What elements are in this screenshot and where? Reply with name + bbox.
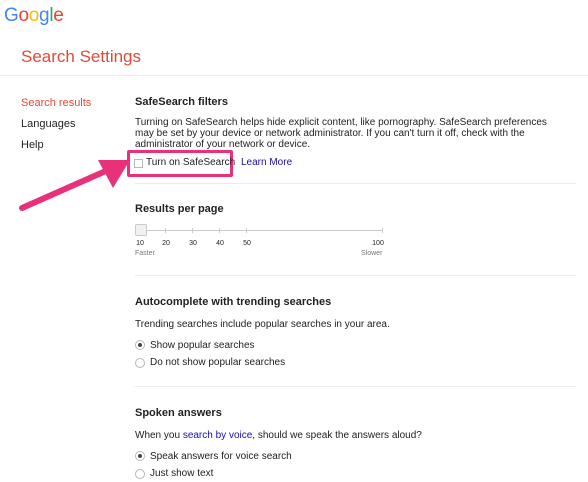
header-divider xyxy=(0,75,588,76)
page-title: Search Settings xyxy=(21,47,142,66)
radio-show-popular[interactable] xyxy=(135,340,145,350)
slider-tick xyxy=(192,228,193,233)
slider-tick xyxy=(165,228,166,233)
slider-faster-label: Faster xyxy=(135,250,155,257)
safesearch-checkbox-label[interactable]: Turn on SafeSearch xyxy=(146,157,235,168)
slider-tick-label: 10 xyxy=(136,240,144,247)
annotation-arrow-icon xyxy=(19,160,130,211)
safesearch-title: SafeSearch filters xyxy=(135,96,228,108)
slider-tick xyxy=(219,228,220,233)
radio-just-text-label[interactable]: Just show text xyxy=(150,468,213,479)
search-by-voice-link[interactable]: search by voice xyxy=(183,430,252,441)
slider-tick-label: 40 xyxy=(216,240,224,247)
slider-tick-label: 30 xyxy=(189,240,197,247)
section-divider xyxy=(135,183,576,184)
results-per-page-title: Results per page xyxy=(135,203,224,215)
radio-just-text[interactable] xyxy=(135,469,145,479)
radio-show-popular-label[interactable]: Show popular searches xyxy=(150,340,255,351)
slider-tick-label: 50 xyxy=(243,240,251,247)
slider-tick-label: 20 xyxy=(162,240,170,247)
section-divider xyxy=(135,386,576,387)
autocomplete-title: Autocomplete with trending searches xyxy=(135,296,332,308)
slider-tick xyxy=(246,228,247,233)
radio-hide-popular-label[interactable]: Do not show popular searches xyxy=(150,357,285,368)
sidebar-item-languages[interactable]: Languages xyxy=(21,117,91,138)
learn-more-link[interactable]: Learn More xyxy=(241,157,292,168)
results-slider-handle[interactable] xyxy=(135,224,147,236)
slider-slower-label: Slower xyxy=(361,250,383,257)
radio-speak-answers[interactable] xyxy=(135,451,145,461)
spoken-answers-description: When you search by voice, should we spea… xyxy=(135,430,422,441)
safesearch-highlight-box: Turn on SafeSearch xyxy=(127,150,235,177)
radio-hide-popular[interactable] xyxy=(135,358,145,368)
radio-speak-answers-label[interactable]: Speak answers for voice search xyxy=(150,451,292,462)
sidebar-item-search-results[interactable]: Search results xyxy=(21,96,91,117)
spoken-answers-title: Spoken answers xyxy=(135,407,222,419)
google-logo[interactable]: Google xyxy=(4,5,64,27)
slider-tick-label: 100 xyxy=(372,240,384,247)
autocomplete-description: Trending searches include popular search… xyxy=(135,319,390,330)
safesearch-description: Turning on SafeSearch helps hide explici… xyxy=(135,117,547,150)
results-slider-track[interactable] xyxy=(137,230,383,231)
section-divider xyxy=(135,275,576,276)
slider-tick xyxy=(382,228,383,233)
